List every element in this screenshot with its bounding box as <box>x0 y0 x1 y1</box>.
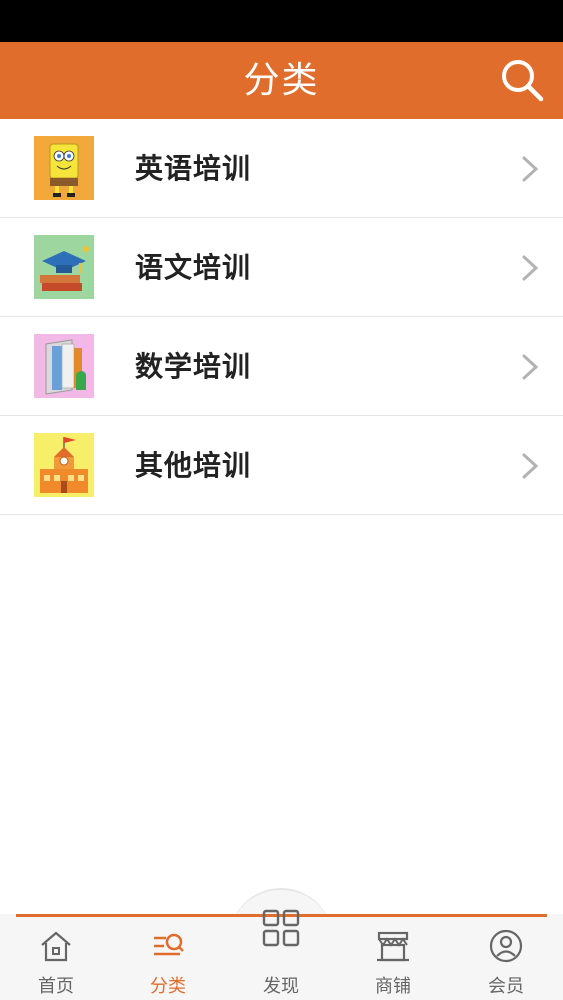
home-icon <box>41 931 71 962</box>
graduation-cap-books-thumbnail <box>34 235 94 299</box>
category-icon <box>154 933 184 956</box>
sponge-cartoon-thumbnail <box>34 136 94 200</box>
search-icon[interactable] <box>499 57 545 103</box>
user-icon <box>489 929 523 963</box>
chevron-right-icon <box>522 453 539 479</box>
chevron-right-icon <box>522 156 539 182</box>
page-title: 分类 <box>243 60 320 101</box>
category-item-math[interactable]: 数学培训 <box>0 317 563 416</box>
category-list: 英语培训 语文培训 数学培训 其他培训 <box>0 119 563 515</box>
category-label: 语文培训 <box>135 251 252 284</box>
tab-label: 会员 <box>488 976 524 997</box>
shop-icon <box>377 931 409 962</box>
tab-category[interactable]: 分类 <box>123 914 213 1000</box>
status-bar <box>0 0 563 42</box>
tab-label: 分类 <box>150 976 186 997</box>
category-item-chinese[interactable]: 语文培训 <box>0 218 563 317</box>
school-building-thumbnail <box>34 433 94 497</box>
category-label: 其他培训 <box>135 449 252 482</box>
category-item-english[interactable]: 英语培训 <box>0 119 563 218</box>
tab-label: 首页 <box>38 976 74 997</box>
category-item-other[interactable]: 其他培训 <box>0 416 563 515</box>
category-label: 数学培训 <box>135 350 252 383</box>
grid-icon <box>262 909 300 947</box>
tab-member[interactable]: 会员 <box>461 914 551 1000</box>
tab-home[interactable]: 首页 <box>11 914 101 1000</box>
tab-shop[interactable]: 商铺 <box>348 914 438 1000</box>
books-thumbnail <box>34 334 94 398</box>
chevron-right-icon <box>522 255 539 281</box>
tab-bar: 首页 分类 发现 商铺 会员 <box>0 909 563 1000</box>
chevron-right-icon <box>522 354 539 380</box>
tab-label: 商铺 <box>375 976 411 997</box>
tab-label: 发现 <box>263 976 299 997</box>
category-label: 英语培训 <box>135 152 252 185</box>
tab-discover[interactable]: 发现 <box>236 909 326 1000</box>
header: 分类 <box>0 42 563 119</box>
